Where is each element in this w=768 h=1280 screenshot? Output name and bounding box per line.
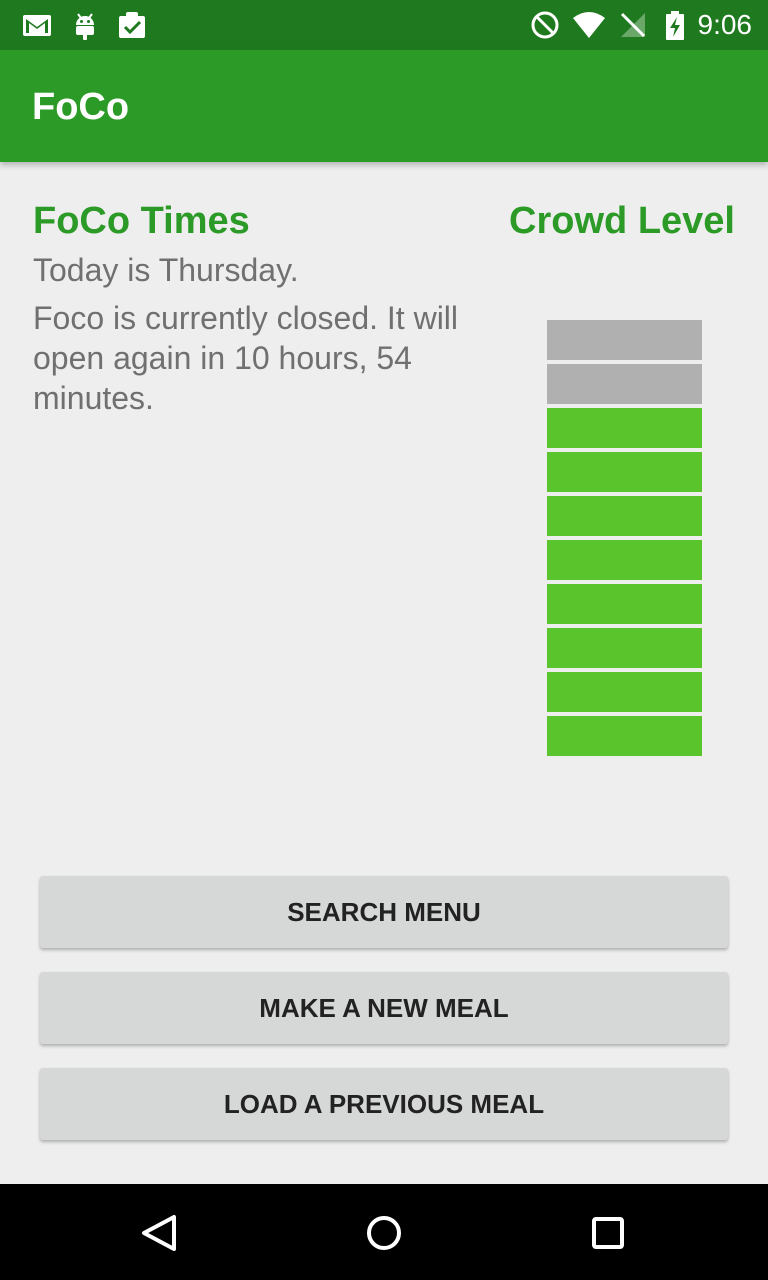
status-bar: 9:06	[0, 0, 768, 50]
gmail-icon	[23, 15, 51, 36]
crowd-segment-empty	[547, 364, 702, 404]
battery-charging-icon	[666, 11, 684, 40]
navigation-bar	[0, 1184, 768, 1280]
crowd-segment-empty	[547, 320, 702, 360]
crowd-segment-filled	[547, 672, 702, 712]
do-not-disturb-icon	[531, 11, 559, 39]
crowd-level-heading: Crowd Level	[509, 200, 735, 242]
crowd-segment-filled	[547, 452, 702, 492]
crowd-segment-filled	[547, 540, 702, 580]
crowd-level-meter	[547, 320, 702, 760]
back-icon[interactable]	[134, 1208, 184, 1258]
android-icon	[76, 13, 94, 40]
today-text: Today is Thursday.	[33, 252, 299, 288]
app-bar: FoCo	[0, 50, 768, 162]
open-status-text: Foco is currently closed. It will open a…	[33, 300, 459, 416]
crowd-segment-filled	[547, 584, 702, 624]
crowd-segment-filled	[547, 716, 702, 756]
crowd-segment-filled	[547, 628, 702, 668]
load-previous-meal-button[interactable]: LOAD A PREVIOUS MEAL	[40, 1068, 728, 1140]
clipboard-check-icon	[119, 12, 145, 38]
make-new-meal-button[interactable]: MAKE A NEW MEAL	[40, 972, 728, 1044]
home-icon[interactable]	[359, 1208, 409, 1258]
crowd-segment-filled	[547, 408, 702, 448]
no-sim-icon	[620, 12, 646, 38]
app-title: FoCo	[32, 86, 130, 128]
recents-icon[interactable]	[583, 1208, 633, 1258]
crowd-segment-filled	[547, 496, 702, 536]
wifi-icon	[573, 12, 605, 38]
status-time: 9:06	[697, 9, 753, 40]
foco-times-heading: FoCo Times	[33, 200, 250, 242]
search-menu-button[interactable]: SEARCH MENU	[40, 876, 728, 948]
